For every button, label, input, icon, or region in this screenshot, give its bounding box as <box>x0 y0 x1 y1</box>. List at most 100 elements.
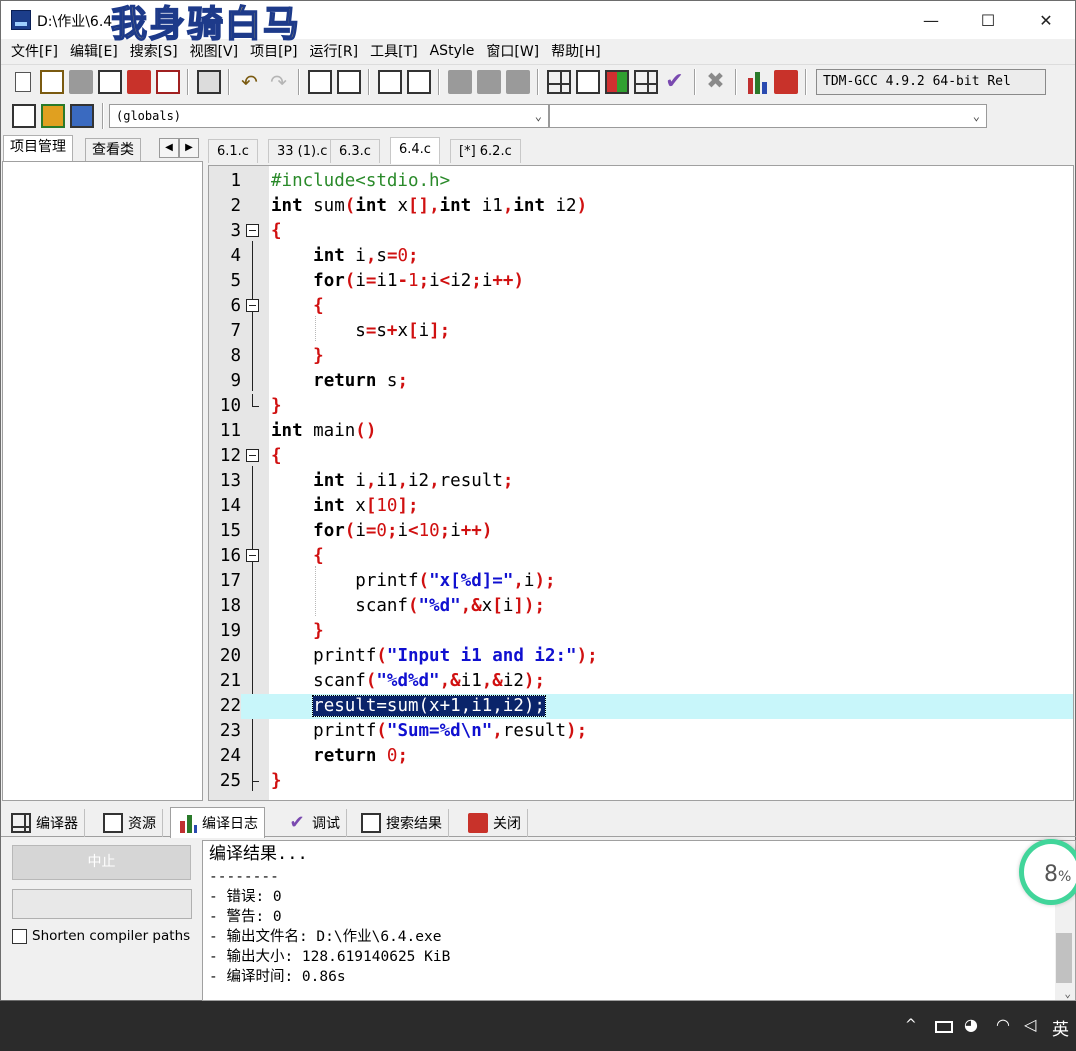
line-number: 6 <box>230 296 241 316</box>
abort-compile-button[interactable]: 中止 <box>12 845 191 880</box>
run-icon[interactable] <box>575 69 600 94</box>
log-scroll-thumb[interactable] <box>1056 933 1072 983</box>
compile-icon[interactable] <box>546 69 571 94</box>
log-line: - 输出大小: 128.619140625 KiB <box>209 949 451 965</box>
fold-collapse-icon[interactable] <box>246 449 259 462</box>
shorten-paths-checkbox[interactable]: Shorten compiler paths <box>12 928 190 944</box>
tab-6-1[interactable]: 6.1.c <box>208 139 258 163</box>
delete-profile-icon[interactable] <box>773 69 798 94</box>
scroll-down-icon[interactable]: ⌄ <box>1064 987 1071 1000</box>
new-class-icon[interactable] <box>11 104 36 128</box>
insert-icon[interactable] <box>40 104 65 128</box>
line-number: 12 <box>219 446 241 466</box>
rebuild-icon[interactable] <box>633 69 658 94</box>
fold-collapse-icon[interactable] <box>246 224 259 237</box>
checkbox-label: Shorten compiler paths <box>32 928 191 944</box>
tab-scroll-left-icon[interactable]: ◀ <box>159 138 179 158</box>
tab-33-1[interactable]: 33 (1).c <box>268 139 337 163</box>
find-icon[interactable] <box>307 69 332 94</box>
stop-execution-icon[interactable]: ✖ <box>704 69 728 94</box>
remove-from-project-icon[interactable] <box>476 69 501 94</box>
code-text: scanf("%d",&x[i]); <box>271 596 545 616</box>
close-all-icon[interactable] <box>155 69 180 94</box>
tab-6-2-modified[interactable]: [*] 6.2.c <box>450 139 521 163</box>
menu-astyle[interactable]: AStyle <box>424 43 481 59</box>
compile-log[interactable]: 编译结果... -------- - 错误: 0 - 警告: 0 - 输出文件名… <box>202 840 1076 1001</box>
goto-icon[interactable] <box>406 69 431 94</box>
scope-combo[interactable]: (globals) ⌄ <box>109 104 549 128</box>
new-file-icon[interactable] <box>15 71 31 92</box>
tab-6-3[interactable]: 6.3.c <box>330 139 380 163</box>
code-text: printf("Input i1 and i2:"); <box>271 646 598 666</box>
line-number: 21 <box>219 671 241 691</box>
profile-icon[interactable] <box>744 69 769 94</box>
tab-debug[interactable]: ✔ 调试 <box>281 809 347 837</box>
title-bar: D:\作业\6.4 我身骑白马 — ☐ ✕ <box>1 1 1075 46</box>
code-text: { <box>271 221 282 241</box>
indent-icon[interactable] <box>377 69 402 94</box>
tab-close[interactable]: 关闭 <box>462 809 528 837</box>
tab-6-4[interactable]: 6.4.c <box>390 137 440 164</box>
menu-run[interactable]: 运行[R] <box>303 41 364 61</box>
qq-icon[interactable]: ◕ <box>964 1015 978 1034</box>
menu-tools[interactable]: 工具[T] <box>364 41 423 61</box>
close-panel-icon <box>468 813 488 833</box>
code-line: 1 #include<stdio.h> <box>209 169 1073 194</box>
menu-search[interactable]: 搜索[S] <box>124 41 184 61</box>
line-number: 15 <box>219 521 241 541</box>
undo-icon[interactable]: ↶ <box>238 70 262 94</box>
close-file-icon[interactable] <box>126 69 151 94</box>
code-editor[interactable]: 1 #include<stdio.h> 2 int sum(int x[],int … <box>208 165 1074 801</box>
bookmark-icon[interactable] <box>69 104 94 128</box>
tab-scroll-right-icon[interactable]: ▶ <box>179 138 199 158</box>
menu-edit[interactable]: 编辑[E] <box>64 41 124 61</box>
tab-search-results[interactable]: 搜索结果 <box>355 809 449 837</box>
selected-text[interactable]: result=sum(x+1,i1,i2); <box>312 695 546 717</box>
menu-view[interactable]: 视图[V] <box>184 41 245 61</box>
ime-indicator[interactable]: 英 <box>1052 1015 1069 1040</box>
fold-collapse-icon[interactable] <box>246 549 259 562</box>
redo-icon[interactable]: ↷ <box>267 70 291 94</box>
menu-project[interactable]: 项目[P] <box>244 41 303 61</box>
menu-help[interactable]: 帮助[H] <box>545 41 606 61</box>
tab-compiler[interactable]: 编译器 <box>5 809 85 837</box>
fold-collapse-icon[interactable] <box>246 299 259 312</box>
code-text: result=sum(x+1,i1,i2); <box>271 694 546 719</box>
wifi-icon[interactable]: ◠ <box>996 1015 1010 1034</box>
battery-icon[interactable] <box>935 1021 953 1033</box>
memory-usage-badge[interactable]: 8% <box>1019 839 1076 905</box>
close-button[interactable]: ✕ <box>1017 1 1075 39</box>
tray-chevron-icon[interactable]: ^ <box>905 1017 917 1033</box>
menu-window[interactable]: 窗口[W] <box>480 41 545 61</box>
line-number: 25 <box>219 771 241 791</box>
line-number: 17 <box>219 571 241 591</box>
menu-file[interactable]: 文件[F] <box>5 41 64 61</box>
taskbar: ^ ◕ ◠ ◁ 英 <box>0 1001 1076 1051</box>
toolbar-separator <box>368 68 370 95</box>
code-text: int sum(int x[],int i1,int i2) <box>271 196 588 216</box>
compile-run-icon[interactable] <box>604 69 629 94</box>
toolbar-separator <box>187 68 189 95</box>
maximize-button[interactable]: ☐ <box>959 1 1017 39</box>
add-to-project-icon[interactable] <box>447 69 472 94</box>
tab-class-browser[interactable]: 查看类 <box>85 138 141 161</box>
print-icon[interactable] <box>196 69 221 94</box>
replace-icon[interactable] <box>336 69 361 94</box>
tab-project-manager[interactable]: 项目管理 <box>3 135 73 161</box>
open-file-icon[interactable] <box>39 69 64 94</box>
volume-icon[interactable]: ◁ <box>1024 1015 1036 1034</box>
checkbox-box[interactable] <box>12 928 27 944</box>
project-tree[interactable] <box>2 161 203 801</box>
compiler-select[interactable]: TDM-GCC 4.9.2 64-bit Rel <box>816 68 1046 95</box>
tab-compile-log[interactable]: 编译日志 <box>170 807 265 838</box>
line-number: 8 <box>230 346 241 366</box>
save-icon[interactable] <box>68 69 93 94</box>
save-all-icon[interactable] <box>97 69 122 94</box>
syntax-check-icon[interactable]: ✔ <box>663 69 687 94</box>
tab-resources[interactable]: 资源 <box>97 809 163 837</box>
toolbar-separator <box>298 68 300 95</box>
minimize-button[interactable]: — <box>902 1 960 39</box>
member-combo[interactable]: ⌄ <box>549 104 987 128</box>
project-options-icon[interactable] <box>505 69 530 94</box>
tab-label: 编译日志 <box>202 816 258 832</box>
